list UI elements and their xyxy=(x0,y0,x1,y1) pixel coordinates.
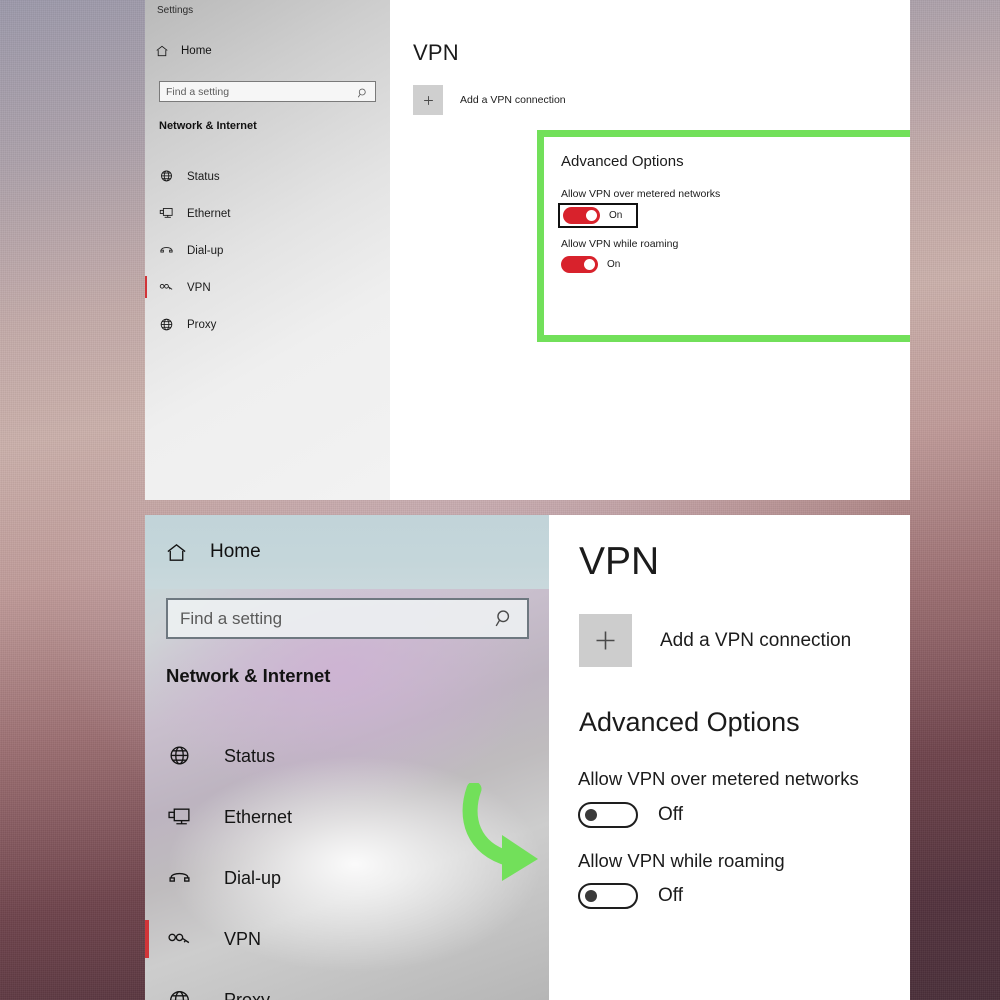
sidebar-item-status-label: Status xyxy=(224,746,276,766)
advanced-options-heading: Advanced Options xyxy=(561,153,684,170)
bottom-sidebar-nav: Status Ethernet Dial-up VPN Proxy xyxy=(145,726,549,1000)
metered-networks-label: Allow VPN over metered networks xyxy=(561,188,721,200)
phone-icon xyxy=(167,866,192,891)
sidebar-item-home-label: Home xyxy=(181,45,212,57)
sidebar-item-status-label: Status xyxy=(187,170,220,183)
search-box[interactable] xyxy=(166,598,529,639)
advanced-options-heading: Advanced Options xyxy=(579,707,800,737)
search-icon xyxy=(357,86,369,98)
sidebar-item-status[interactable]: Status xyxy=(145,726,549,787)
roaming-label: Allow VPN while roaming xyxy=(578,850,785,871)
sidebar-item-vpn-label: VPN xyxy=(187,281,211,294)
monitor-icon xyxy=(159,206,174,221)
metered-networks-toggle-row: Off xyxy=(578,802,683,828)
sidebar-item-vpn[interactable]: VPN xyxy=(145,909,549,970)
top-sidebar: Settings Home Network & Internet xyxy=(145,0,390,500)
top-sidebar-nav: Status Ethernet Dial-up VPN Proxy xyxy=(145,158,390,343)
vpn-key-icon xyxy=(167,927,192,952)
sidebar-item-dialup[interactable]: Dial-up xyxy=(145,848,549,909)
home-icon xyxy=(165,541,188,564)
sidebar-item-vpn-label: VPN xyxy=(224,929,262,949)
sidebar-item-ethernet[interactable]: Ethernet xyxy=(145,787,549,848)
roaming-state: On xyxy=(607,259,621,270)
sidebar-item-status[interactable]: Status xyxy=(145,158,390,195)
window-title: Settings xyxy=(157,5,194,16)
sidebar-item-vpn[interactable]: VPN xyxy=(145,269,390,306)
sidebar-item-ethernet-label: Ethernet xyxy=(187,207,231,220)
search-input[interactable] xyxy=(166,85,357,98)
plus-icon xyxy=(413,85,443,115)
sidebar-item-proxy-label: Proxy xyxy=(224,990,271,1000)
phone-icon xyxy=(159,243,174,258)
metered-networks-toggle[interactable] xyxy=(578,802,638,828)
vpn-key-icon xyxy=(159,280,174,295)
bottom-sidebar: Home Network & Internet Status xyxy=(145,515,549,1000)
search-box[interactable] xyxy=(159,81,376,102)
globe-icon xyxy=(159,169,174,184)
advanced-options-highlight-box: Advanced Options Allow VPN over metered … xyxy=(537,130,910,342)
sidebar-item-proxy[interactable]: Proxy xyxy=(145,970,549,1000)
sidebar-section-title: Network & Internet xyxy=(159,120,257,132)
add-vpn-connection-button[interactable]: Add a VPN connection xyxy=(413,85,566,115)
add-vpn-connection-label: Add a VPN connection xyxy=(460,94,566,106)
globe-icon xyxy=(159,317,174,332)
page-title: VPN xyxy=(579,540,660,583)
roaming-state: Off xyxy=(658,885,683,906)
metered-networks-state: On xyxy=(609,210,623,221)
roaming-toggle-row: Off xyxy=(578,883,683,909)
bottom-content-pane: VPN Add a VPN connection Advanced Option… xyxy=(549,515,910,1000)
metered-networks-toggle-focus-ring: On xyxy=(558,203,639,228)
sidebar-item-home-label: Home xyxy=(210,541,261,562)
home-icon xyxy=(155,44,169,58)
metered-networks-state: Off xyxy=(658,804,683,825)
roaming-toggle[interactable] xyxy=(561,256,598,273)
roaming-toggle[interactable] xyxy=(578,883,638,909)
metered-networks-label: Allow VPN over metered networks xyxy=(578,768,859,789)
sidebar-item-proxy[interactable]: Proxy xyxy=(145,306,390,343)
roaming-label: Allow VPN while roaming xyxy=(561,238,679,250)
sidebar-item-home[interactable]: Home xyxy=(145,515,549,589)
globe-icon xyxy=(167,744,192,769)
roaming-toggle-row: On xyxy=(561,256,620,273)
search-icon xyxy=(494,608,515,629)
top-content-pane: VPN Add a VPN connection Advanced Option… xyxy=(390,0,910,500)
sidebar-section-title: Network & Internet xyxy=(166,665,331,686)
sidebar-item-ethernet[interactable]: Ethernet xyxy=(145,195,390,232)
globe-icon xyxy=(167,988,192,1000)
add-vpn-connection-button[interactable]: Add a VPN connection xyxy=(579,614,851,667)
search-input[interactable] xyxy=(180,608,494,629)
settings-window-top: Settings Home Network & Internet xyxy=(145,0,910,500)
sidebar-item-proxy-label: Proxy xyxy=(187,318,217,331)
sidebar-item-ethernet-label: Ethernet xyxy=(224,807,293,827)
page-title: VPN xyxy=(413,40,459,65)
metered-networks-toggle[interactable] xyxy=(563,207,600,224)
sidebar-item-dialup[interactable]: Dial-up xyxy=(145,232,390,269)
sidebar-item-home[interactable]: Home xyxy=(155,44,212,58)
monitor-icon xyxy=(167,805,192,830)
plus-icon xyxy=(579,614,632,667)
sidebar-item-dialup-label: Dial-up xyxy=(187,244,224,257)
sidebar-item-dialup-label: Dial-up xyxy=(224,868,282,888)
add-vpn-connection-label: Add a VPN connection xyxy=(660,629,852,651)
settings-window-bottom: Home Network & Internet Status xyxy=(145,515,910,1000)
